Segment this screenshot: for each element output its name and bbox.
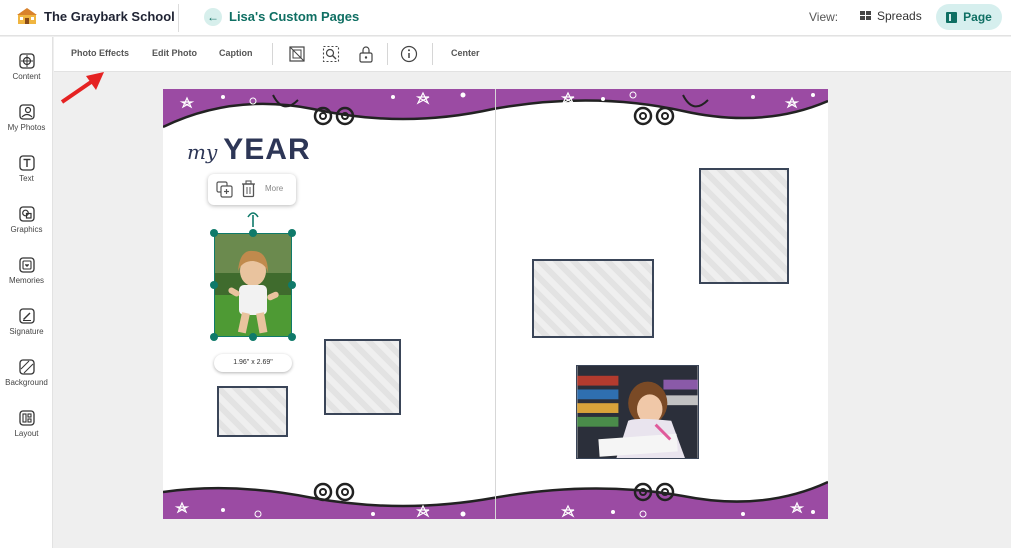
memories-icon (18, 257, 35, 273)
swirl-ornament-icon (633, 106, 675, 126)
page-title[interactable]: my YEAR (187, 133, 311, 167)
resize-handle[interactable] (210, 229, 218, 237)
selection-outline (214, 233, 292, 337)
spreads-icon (860, 11, 871, 20)
sidebar-label: Content (12, 72, 41, 81)
info-icon[interactable] (400, 45, 418, 63)
crop-icon[interactable] (288, 45, 306, 63)
center-button[interactable]: Center (451, 48, 480, 58)
lock-icon[interactable] (358, 45, 374, 63)
rotate-handle-icon[interactable] (246, 209, 260, 229)
swirl-ornament-icon (313, 106, 355, 126)
back-arrow-icon[interactable]: ← (204, 8, 222, 26)
sidebar-item-text[interactable]: Text (0, 155, 53, 183)
toolbar-divider (387, 43, 388, 65)
photo-girl-drawing[interactable] (576, 365, 699, 459)
photo-toolbar: Photo Effects Edit Photo Caption Center (54, 37, 1011, 72)
page-view-button[interactable]: Page (936, 4, 1002, 30)
empty-photo-frame[interactable] (217, 386, 288, 437)
sidebar-label: My Photos (7, 123, 46, 132)
left-sidebar: Content My Photos Text Graphics Memories (0, 37, 53, 548)
sidebar-label: Signature (9, 327, 44, 336)
more-options-button[interactable]: More (265, 184, 283, 193)
top-bar: The Graybark School ← Lisa's Custom Page… (0, 0, 1011, 36)
sidebar-item-memories[interactable]: Memories (0, 257, 53, 285)
graphics-icon (18, 206, 35, 222)
yearbook-spread: my YEAR (163, 89, 828, 519)
sidebar-item-background[interactable]: Background (0, 359, 53, 387)
sidebar-label: Memories (8, 276, 45, 285)
sidebar-label: Layout (14, 429, 39, 438)
title-bold-text: YEAR (223, 133, 311, 166)
layout-icon (18, 410, 35, 426)
empty-photo-frame[interactable] (699, 168, 789, 284)
page-view-label: Page (963, 10, 992, 24)
swirl-ornament-icon (633, 482, 675, 502)
photo-size-label: 1.96" x 2.69" (214, 354, 292, 372)
duplicate-icon[interactable] (216, 181, 233, 198)
photo-effects-button[interactable]: Photo Effects (71, 48, 129, 58)
resize-handle[interactable] (210, 281, 218, 289)
sidebar-item-layout[interactable]: Layout (0, 410, 53, 438)
empty-photo-frame[interactable] (532, 259, 654, 338)
toolbar-divider (432, 43, 433, 65)
view-label: View: (809, 10, 839, 24)
sidebar-item-graphics[interactable]: Graphics (0, 206, 53, 234)
page-icon (946, 11, 958, 23)
zoom-fit-icon[interactable] (322, 45, 340, 63)
signature-icon (18, 308, 35, 324)
trash-icon[interactable] (241, 180, 256, 198)
text-icon (18, 155, 35, 171)
page-fold (495, 89, 496, 519)
header-divider (178, 4, 179, 32)
resize-handle[interactable] (210, 333, 218, 341)
school-name: The Graybark School (44, 8, 175, 24)
sidebar-item-my-photos[interactable]: My Photos (0, 104, 53, 132)
content-icon (18, 53, 35, 69)
caption-button[interactable]: Caption (219, 48, 253, 58)
project-title[interactable]: Lisa's Custom Pages (229, 9, 359, 24)
empty-photo-frame[interactable] (324, 339, 401, 415)
sidebar-label: Graphics (10, 225, 43, 234)
photos-icon (18, 104, 35, 120)
sidebar-label: Background (5, 378, 48, 387)
photo-context-menu: More (208, 174, 296, 205)
spreads-label: Spreads (877, 9, 922, 23)
sidebar-item-signature[interactable]: Signature (0, 308, 53, 336)
resize-handle[interactable] (249, 229, 257, 237)
edit-photo-button[interactable]: Edit Photo (152, 48, 197, 58)
background-icon (18, 359, 35, 375)
resize-handle[interactable] (249, 333, 257, 341)
school-brand[interactable]: The Graybark School (16, 7, 175, 25)
title-script-text: my (187, 140, 218, 164)
swirl-ornament-icon (313, 482, 355, 502)
school-house-icon (17, 8, 37, 24)
toolbar-divider (272, 43, 273, 65)
sidebar-label: Text (19, 174, 34, 183)
resize-handle[interactable] (288, 229, 296, 237)
resize-handle[interactable] (288, 333, 296, 341)
sidebar-item-content[interactable]: Content (0, 53, 53, 81)
spreads-button[interactable]: Spreads (860, 9, 922, 23)
resize-handle[interactable] (288, 281, 296, 289)
